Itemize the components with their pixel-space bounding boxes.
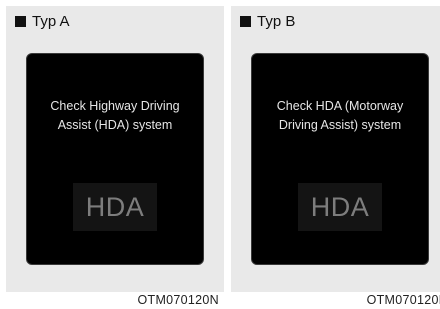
panel-header: Typ A	[15, 11, 70, 31]
hda-indicator-icon: HDA	[298, 183, 382, 231]
cluster-display: Check HDA (Motorway Driving Assist) syst…	[251, 53, 429, 265]
panel-typ-b: Typ B Check HDA (Motorway Driving Assist…	[231, 6, 440, 292]
cluster-display: Check Highway Driving Assist (HDA) syste…	[26, 53, 204, 265]
warning-message-line-1: Check Highway Driving	[50, 99, 180, 113]
panel-title: Typ B	[257, 12, 296, 30]
hda-indicator-icon: HDA	[73, 183, 157, 231]
warning-message-line-1: Check HDA (Motorway	[276, 99, 404, 113]
warning-message: Check Highway Driving Assist (HDA) syste…	[27, 97, 203, 135]
square-bullet-icon	[240, 15, 251, 27]
square-bullet-icon	[15, 15, 26, 27]
image-code: OTM070120L	[366, 293, 440, 307]
panel-typ-a: Typ A Check Highway Driving Assist (HDA)…	[6, 6, 224, 292]
panel-header: Typ B	[240, 11, 295, 31]
image-code: OTM070120N	[137, 293, 219, 307]
warning-message-line-2: Driving Assist) system	[278, 118, 402, 132]
warning-message-line-2: Assist (HDA) system	[57, 118, 173, 132]
warning-message: Check HDA (Motorway Driving Assist) syst…	[252, 97, 428, 135]
panel-title: Typ A	[32, 12, 70, 30]
